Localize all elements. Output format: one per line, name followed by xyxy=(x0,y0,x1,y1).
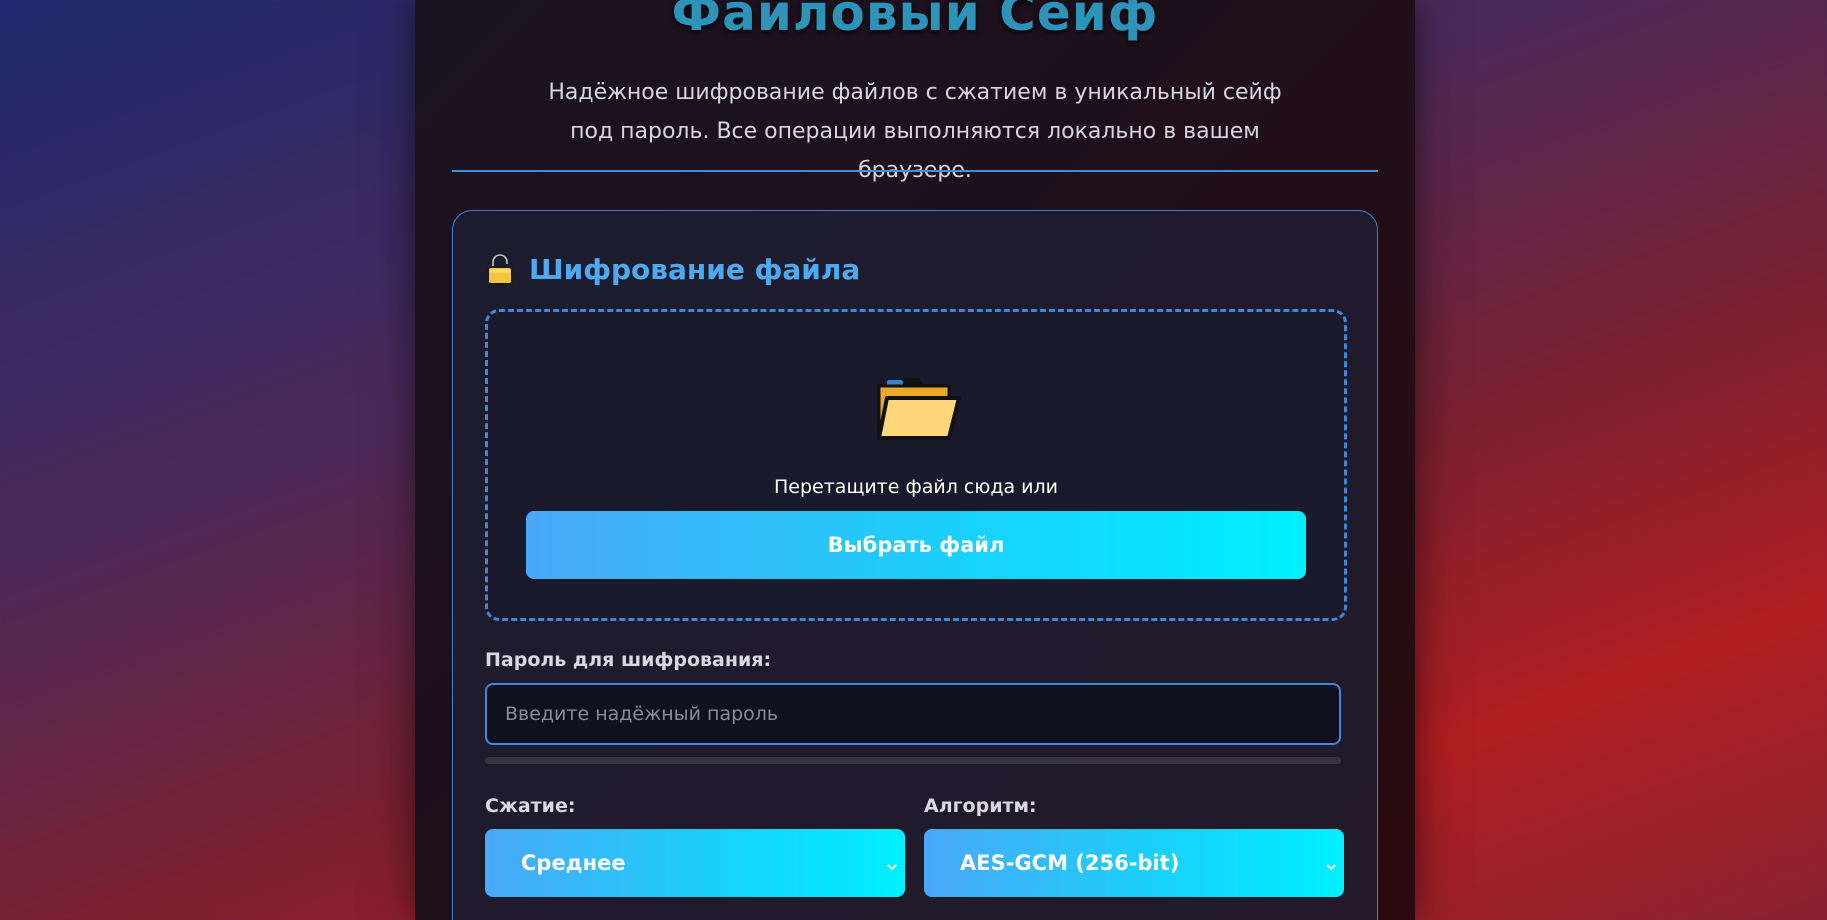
password-label: Пароль для шифрования: xyxy=(485,649,772,671)
choose-file-button[interactable]: Выбрать файл xyxy=(526,511,1306,579)
chevron-down-icon xyxy=(1324,855,1338,871)
encrypt-card-title: Шифрование файла xyxy=(529,252,861,286)
folder-icon xyxy=(873,374,961,442)
page-title: Файловый Сейф xyxy=(671,0,1159,42)
encrypt-card: Шифрование файла Перетащите файл сюда ил… xyxy=(452,210,1378,920)
file-dropzone[interactable]: Перетащите файл сюда или Выбрать файл xyxy=(485,309,1347,621)
dropzone-text: Перетащите файл сюда или xyxy=(774,476,1058,498)
compression-label: Сжатие: xyxy=(485,795,576,817)
lock-icon xyxy=(485,252,515,286)
encrypt-card-header: Шифрование файла xyxy=(485,249,860,289)
compression-select[interactable]: Среднее xyxy=(485,829,905,897)
main-panel: Файловый Сейф Надёжное шифрование файлов… xyxy=(415,0,1415,920)
header-divider xyxy=(452,170,1378,172)
algorithm-select[interactable]: AES-GCM (256-bit) xyxy=(924,829,1344,897)
password-input[interactable] xyxy=(485,683,1341,745)
compression-selected-value: Среднее xyxy=(521,851,626,875)
page-subtitle: Надёжное шифрование файлов с сжатием в у… xyxy=(548,80,1282,183)
algorithm-selected-value: AES-GCM (256-bit) xyxy=(960,851,1180,875)
algorithm-label: Алгоритм: xyxy=(924,795,1037,817)
password-strength-bar xyxy=(485,757,1341,764)
chevron-down-icon xyxy=(885,855,899,871)
